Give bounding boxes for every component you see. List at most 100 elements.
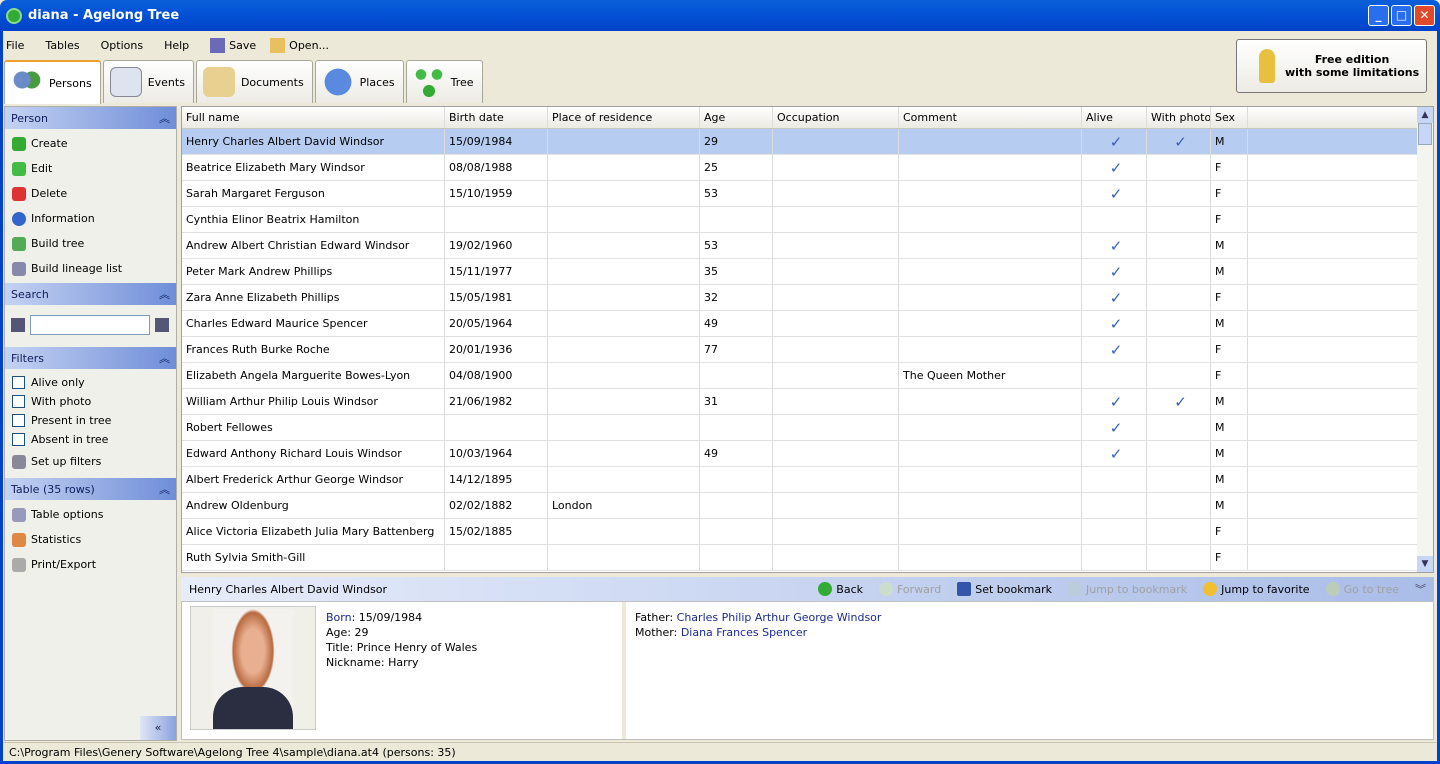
go-to-tree-button[interactable]: Go to tree xyxy=(1325,582,1399,596)
collapse-icon[interactable]: ︽ xyxy=(159,350,170,366)
check-icon: ✓ xyxy=(1082,285,1147,310)
table-section-header[interactable]: Table (35 rows) ︽ xyxy=(5,478,176,500)
column-header-with-photo[interactable]: With photo xyxy=(1147,107,1211,128)
table-row[interactable]: Edward Anthony Richard Louis Windsor 10/0… xyxy=(182,441,1433,467)
collapse-panel-button[interactable]: « xyxy=(140,716,176,740)
table-row[interactable]: Sarah Margaret Ferguson 15/10/1959 53 ✓ F xyxy=(182,181,1433,207)
tab-places[interactable]: Places xyxy=(314,60,404,103)
more-chevron-icon[interactable]: ︾ xyxy=(1415,581,1426,597)
cell-full-name: Cynthia Elinor Beatrix Hamilton xyxy=(182,207,445,232)
table-row[interactable]: Henry Charles Albert David Windsor 15/09/… xyxy=(182,129,1433,155)
cell-sex: F xyxy=(1211,545,1248,570)
search-section-header[interactable]: Search ︽ xyxy=(5,283,176,305)
table-row[interactable]: Charles Edward Maurice Spencer 20/05/1964… xyxy=(182,311,1433,337)
menu-options[interactable]: Options xyxy=(101,39,143,52)
set-up-filters-button[interactable]: Set up filters xyxy=(5,449,176,474)
cell-occupation xyxy=(773,285,899,310)
splitter[interactable] xyxy=(622,602,626,739)
collapse-icon[interactable]: ︽ xyxy=(159,110,170,126)
close-button[interactable]: ✕ xyxy=(1414,5,1435,26)
open-button[interactable]: Open... xyxy=(270,37,329,53)
filters-section-header[interactable]: Filters ︽ xyxy=(5,347,176,369)
table-row[interactable]: Andrew Oldenburg 02/02/1882 London M xyxy=(182,493,1433,519)
table-row[interactable]: Alice Victoria Elizabeth Julia Mary Batt… xyxy=(182,519,1433,545)
table-row[interactable]: Beatrice Elizabeth Mary Windsor 08/08/198… xyxy=(182,155,1433,181)
table-row[interactable]: Albert Frederick Arthur George Windsor 14… xyxy=(182,467,1433,493)
table-options-button[interactable]: Table options xyxy=(5,502,176,527)
table-row[interactable]: Elizabeth Angela Marguerite Bowes-Lyon 04… xyxy=(182,363,1433,389)
column-header-sex[interactable]: Sex xyxy=(1211,107,1248,128)
collapse-icon[interactable]: ︽ xyxy=(159,286,170,302)
table-row[interactable]: Robert Fellowes ✓ M xyxy=(182,415,1433,441)
menu-tables[interactable]: Tables xyxy=(45,39,79,52)
cell-sex: M xyxy=(1211,311,1248,336)
search-people-icon[interactable] xyxy=(11,318,25,332)
column-header-age[interactable]: Age xyxy=(700,107,773,128)
check-icon: ✓ xyxy=(1082,441,1147,466)
table-row[interactable]: Peter Mark Andrew Phillips 15/11/1977 35 ✓ M xyxy=(182,259,1433,285)
column-header-birth-date[interactable]: Birth date xyxy=(445,107,548,128)
statistics-button[interactable]: Statistics xyxy=(5,527,176,552)
search-next-icon[interactable] xyxy=(155,318,169,332)
save-button[interactable]: Save xyxy=(210,37,256,53)
jump-to-favorite-button[interactable]: Jump to favorite xyxy=(1203,582,1310,596)
tab-documents[interactable]: Documents xyxy=(195,60,313,103)
menu-bar: File Tables Options Help Save Open... xyxy=(6,36,343,54)
free-edition-button[interactable]: Free edition with some limitations xyxy=(1236,39,1427,93)
table-row[interactable]: Cynthia Elinor Beatrix Hamilton F xyxy=(182,207,1433,233)
print-export-button[interactable]: Print/Export xyxy=(5,552,176,577)
delete-button[interactable]: Delete xyxy=(5,181,176,206)
tab-tree[interactable]: Tree xyxy=(405,60,483,103)
tab-events[interactable]: Events xyxy=(102,60,194,103)
column-header-comment[interactable]: Comment xyxy=(899,107,1082,128)
tab-persons[interactable]: Persons xyxy=(4,60,101,104)
mother-link[interactable]: Diana Frances Spencer xyxy=(681,626,807,639)
column-header-place-of-residence[interactable]: Place of residence xyxy=(548,107,700,128)
cell-sex: F xyxy=(1211,363,1248,388)
column-header-occupation[interactable]: Occupation xyxy=(773,107,899,128)
vertical-scrollbar[interactable]: ▲ ▼ xyxy=(1417,107,1433,572)
cell-full-name: Sarah Margaret Ferguson xyxy=(182,181,445,206)
cell-with-photo xyxy=(1147,155,1211,180)
build-tree-button[interactable]: Build tree xyxy=(5,231,176,256)
cell-sex: F xyxy=(1211,155,1248,180)
create-button[interactable]: Create xyxy=(5,131,176,156)
column-header-full-name[interactable]: Full name xyxy=(182,107,445,128)
cell-sex: M xyxy=(1211,441,1248,466)
table-row[interactable]: Andrew Albert Christian Edward Windsor 19… xyxy=(182,233,1433,259)
cell-alive xyxy=(1082,207,1147,232)
menu-help[interactable]: Help xyxy=(164,39,189,52)
minimize-button[interactable]: _ xyxy=(1368,5,1389,26)
age-text: Age: 29 xyxy=(326,626,369,639)
maximize-button[interactable]: □ xyxy=(1391,5,1412,26)
build-lineage-list-button[interactable]: Build lineage list xyxy=(5,256,176,281)
menu-file[interactable]: File xyxy=(6,39,24,52)
table-row[interactable]: Zara Anne Elizabeth Phillips 15/05/1981 32… xyxy=(182,285,1433,311)
table-row[interactable]: Frances Ruth Burke Roche 20/01/1936 77 ✓ F xyxy=(182,337,1433,363)
information-button[interactable]: Information xyxy=(5,206,176,231)
collapse-icon[interactable]: ︽ xyxy=(159,481,170,497)
jump-to-bookmark-button[interactable]: Jump to bookmark xyxy=(1067,582,1187,596)
set-bookmark-button[interactable]: Set bookmark xyxy=(957,582,1052,596)
alive-only-checkbox[interactable]: Alive only xyxy=(5,373,176,392)
cell-with-photo xyxy=(1147,311,1211,336)
absent-in-tree-checkbox[interactable]: Absent in tree xyxy=(5,430,176,449)
present-in-tree-checkbox[interactable]: Present in tree xyxy=(5,411,176,430)
back-button[interactable]: Back xyxy=(818,582,863,596)
persons-icon xyxy=(11,68,43,98)
search-input[interactable] xyxy=(30,315,150,335)
person-section-header[interactable]: Person ︽ xyxy=(5,107,176,129)
with-photo-checkbox[interactable]: With photo xyxy=(5,392,176,411)
born-link[interactable]: Born xyxy=(326,611,352,624)
cell-age xyxy=(700,545,773,570)
forward-button[interactable]: Forward xyxy=(879,582,941,596)
table-row[interactable]: William Arthur Philip Louis Windsor 21/06… xyxy=(182,389,1433,415)
cell-comment xyxy=(899,233,1082,258)
table-row[interactable]: Ruth Sylvia Smith-Gill F xyxy=(182,545,1433,571)
edit-button[interactable]: Edit xyxy=(5,156,176,181)
column-header-alive[interactable]: Alive xyxy=(1082,107,1147,128)
person-photo xyxy=(190,606,316,730)
check-icon: ✓ xyxy=(1082,311,1147,336)
cell-sex: F xyxy=(1211,337,1248,362)
father-link[interactable]: Charles Philip Arthur George Windsor xyxy=(677,611,882,624)
